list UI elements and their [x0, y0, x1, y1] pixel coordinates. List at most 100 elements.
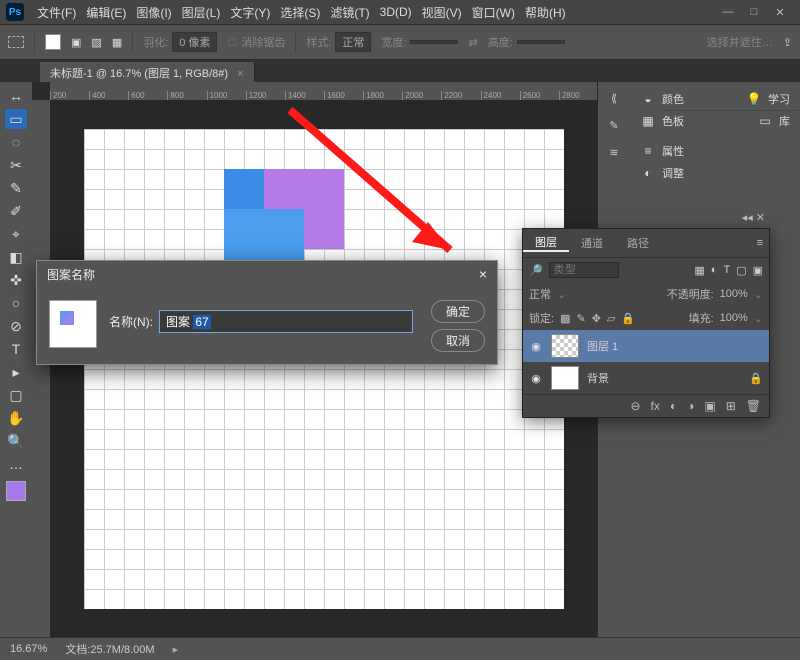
layer-thumbnail[interactable] [551, 366, 579, 390]
share-icon[interactable]: ⇪ [783, 36, 792, 49]
filter-smart-icon[interactable]: ▣ [753, 264, 763, 277]
filter-adjust-icon[interactable]: ◐ [711, 264, 718, 277]
layer-group-icon[interactable]: ▣ [704, 399, 715, 413]
brushes-icon[interactable]: ≋ [609, 146, 618, 159]
layer-name[interactable]: 背景 [587, 370, 609, 386]
new-layer-icon[interactable]: ⊞ [726, 399, 736, 413]
tool-eyedropper[interactable]: ✎ [5, 178, 27, 198]
cancel-button[interactable]: 取消 [431, 329, 485, 352]
lock-artboard-icon[interactable]: ▱ [607, 312, 615, 325]
panel-adjustments[interactable]: 调整 [662, 165, 684, 181]
color-panel-icon[interactable]: ◒ [640, 91, 656, 107]
blend-mode-select[interactable]: 正常 [529, 286, 551, 302]
layer-thumbnail[interactable] [551, 334, 579, 358]
tool-crop[interactable]: ✂ [5, 155, 27, 175]
brush-settings-icon[interactable]: ✎ [609, 119, 618, 132]
tool-zoom[interactable]: 🔍 [5, 431, 27, 451]
tool-gradient[interactable]: ◧ [5, 247, 27, 267]
lock-all-icon[interactable]: 🔒 [621, 312, 635, 325]
history-icon[interactable]: ⟪ [611, 92, 617, 105]
zoom-level[interactable]: 16.67% [10, 643, 47, 655]
tab-paths[interactable]: 路径 [615, 235, 661, 251]
tool-brush[interactable]: ✐ [5, 201, 27, 221]
adjustment-layer-icon[interactable]: ◑ [687, 399, 694, 413]
menu-image[interactable]: 图像(I) [131, 4, 176, 21]
document-size[interactable]: 文档:25.7M/8.00M [65, 641, 154, 657]
menu-3d[interactable]: 3D(D) [375, 5, 417, 19]
tool-clone[interactable]: ✜ [5, 270, 27, 290]
marquee-tool-icon[interactable] [8, 36, 24, 48]
menu-layer[interactable]: 图层(L) [177, 4, 226, 21]
pattern-name-dialog[interactable]: 图案名称 × 名称(N): 图案 67 确定 取消 [36, 260, 498, 365]
swatches-panel-icon[interactable]: ▦ [640, 113, 656, 129]
name-input[interactable]: 图案 67 [159, 310, 413, 333]
new-selection-icon[interactable] [45, 34, 61, 50]
layer-filter-input[interactable] [549, 262, 619, 278]
learn-panel-icon[interactable]: 💡 [746, 91, 762, 107]
menu-window[interactable]: 窗口(W) [467, 4, 520, 21]
status-chevron-icon[interactable]: ▸ [173, 643, 179, 656]
menu-edit[interactable]: 编辑(E) [81, 4, 131, 21]
document-tab-close-icon[interactable]: × [237, 68, 243, 80]
layers-panel[interactable]: ◂◂ ✕ 图层 通道 路径 ≡ 🔎 ▦ ◐ T ▢ ▣ 正常⌄ 不透明度: 10… [522, 228, 770, 418]
subtract-selection-icon[interactable]: ▨ [91, 36, 101, 49]
tab-channels[interactable]: 通道 [569, 235, 615, 251]
lock-brush-icon[interactable]: ✎ [576, 312, 585, 325]
panel-swatches[interactable]: 色板 [662, 113, 684, 129]
add-selection-icon[interactable]: ▣ [71, 36, 81, 49]
window-maximize-icon[interactable]: □ [748, 6, 760, 19]
tool-type[interactable]: T [5, 339, 27, 359]
menu-help[interactable]: 帮助(H) [520, 4, 571, 21]
tool-more[interactable]: … [5, 454, 27, 474]
layer-row-bg[interactable]: ◉ 背景 🔒 [523, 362, 769, 394]
document-tab[interactable]: 未标题-1 @ 16.7% (图层 1, RGB/8#) × [40, 61, 255, 84]
ok-button[interactable]: 确定 [431, 300, 485, 323]
intersect-selection-icon[interactable]: ▦ [112, 36, 122, 49]
window-close-icon[interactable]: ✕ [774, 6, 786, 19]
lock-transparency-icon[interactable]: ▩ [560, 312, 570, 325]
select-and-mask-button[interactable]: 选择并遮住… [707, 34, 773, 50]
opacity-value[interactable]: 100% [720, 288, 748, 300]
tool-hand[interactable]: ✋ [5, 408, 27, 428]
layers-panel-menu-icon[interactable]: ≡ [751, 237, 769, 249]
layer-fx-icon[interactable]: fx [651, 399, 660, 413]
foreground-color-swatch[interactable] [6, 481, 26, 501]
filter-shape-icon[interactable]: ▢ [736, 264, 746, 277]
tool-eraser[interactable]: ○ [5, 293, 27, 313]
link-layers-icon[interactable]: ⊖ [630, 399, 640, 413]
dialog-close-icon[interactable]: × [479, 266, 487, 283]
tab-layers[interactable]: 图层 [523, 234, 569, 252]
tool-move[interactable]: ↔ [5, 86, 27, 106]
panel-properties[interactable]: 属性 [662, 143, 684, 159]
filter-type-icon[interactable]: T [723, 264, 730, 277]
layer-row-1[interactable]: ◉ 图层 1 [523, 330, 769, 362]
panel-color[interactable]: 颜色 [662, 91, 684, 107]
tool-lasso[interactable]: ◌ [5, 132, 27, 152]
panel-learn[interactable]: 学习 [768, 91, 790, 107]
menu-view[interactable]: 视图(V) [417, 4, 467, 21]
properties-panel-icon[interactable]: ≡ [640, 143, 656, 159]
tool-marquee[interactable]: ▭ [5, 109, 27, 129]
adjustments-panel-icon[interactable]: ◐ [640, 165, 656, 181]
layer-mask-icon[interactable]: ◐ [670, 399, 677, 413]
menu-file[interactable]: 文件(F) [32, 4, 81, 21]
menu-filter[interactable]: 滤镜(T) [325, 4, 374, 21]
tool-dodge[interactable]: ⊘ [5, 316, 27, 336]
canvas[interactable] [50, 100, 598, 638]
visibility-toggle-icon[interactable]: ◉ [529, 372, 543, 385]
layer-name[interactable]: 图层 1 [587, 338, 618, 354]
style-select[interactable]: 正常 [335, 32, 371, 52]
filter-pixel-icon[interactable]: ▦ [694, 264, 704, 277]
tool-spot-heal[interactable]: ⌖ [5, 224, 27, 244]
window-minimize-icon[interactable]: — [722, 6, 734, 19]
search-icon[interactable]: 🔎 [529, 264, 543, 277]
library-panel-icon[interactable]: ▭ [757, 113, 773, 129]
delete-layer-icon[interactable]: 🗑 [746, 399, 761, 413]
menu-type[interactable]: 文字(Y) [225, 4, 275, 21]
visibility-toggle-icon[interactable]: ◉ [529, 340, 543, 353]
tool-shape[interactable]: ▢ [5, 385, 27, 405]
lock-position-icon[interactable]: ✥ [592, 312, 601, 325]
fill-value[interactable]: 100% [720, 312, 748, 324]
panel-library[interactable]: 库 [779, 113, 790, 129]
tool-path[interactable]: ▸ [5, 362, 27, 382]
